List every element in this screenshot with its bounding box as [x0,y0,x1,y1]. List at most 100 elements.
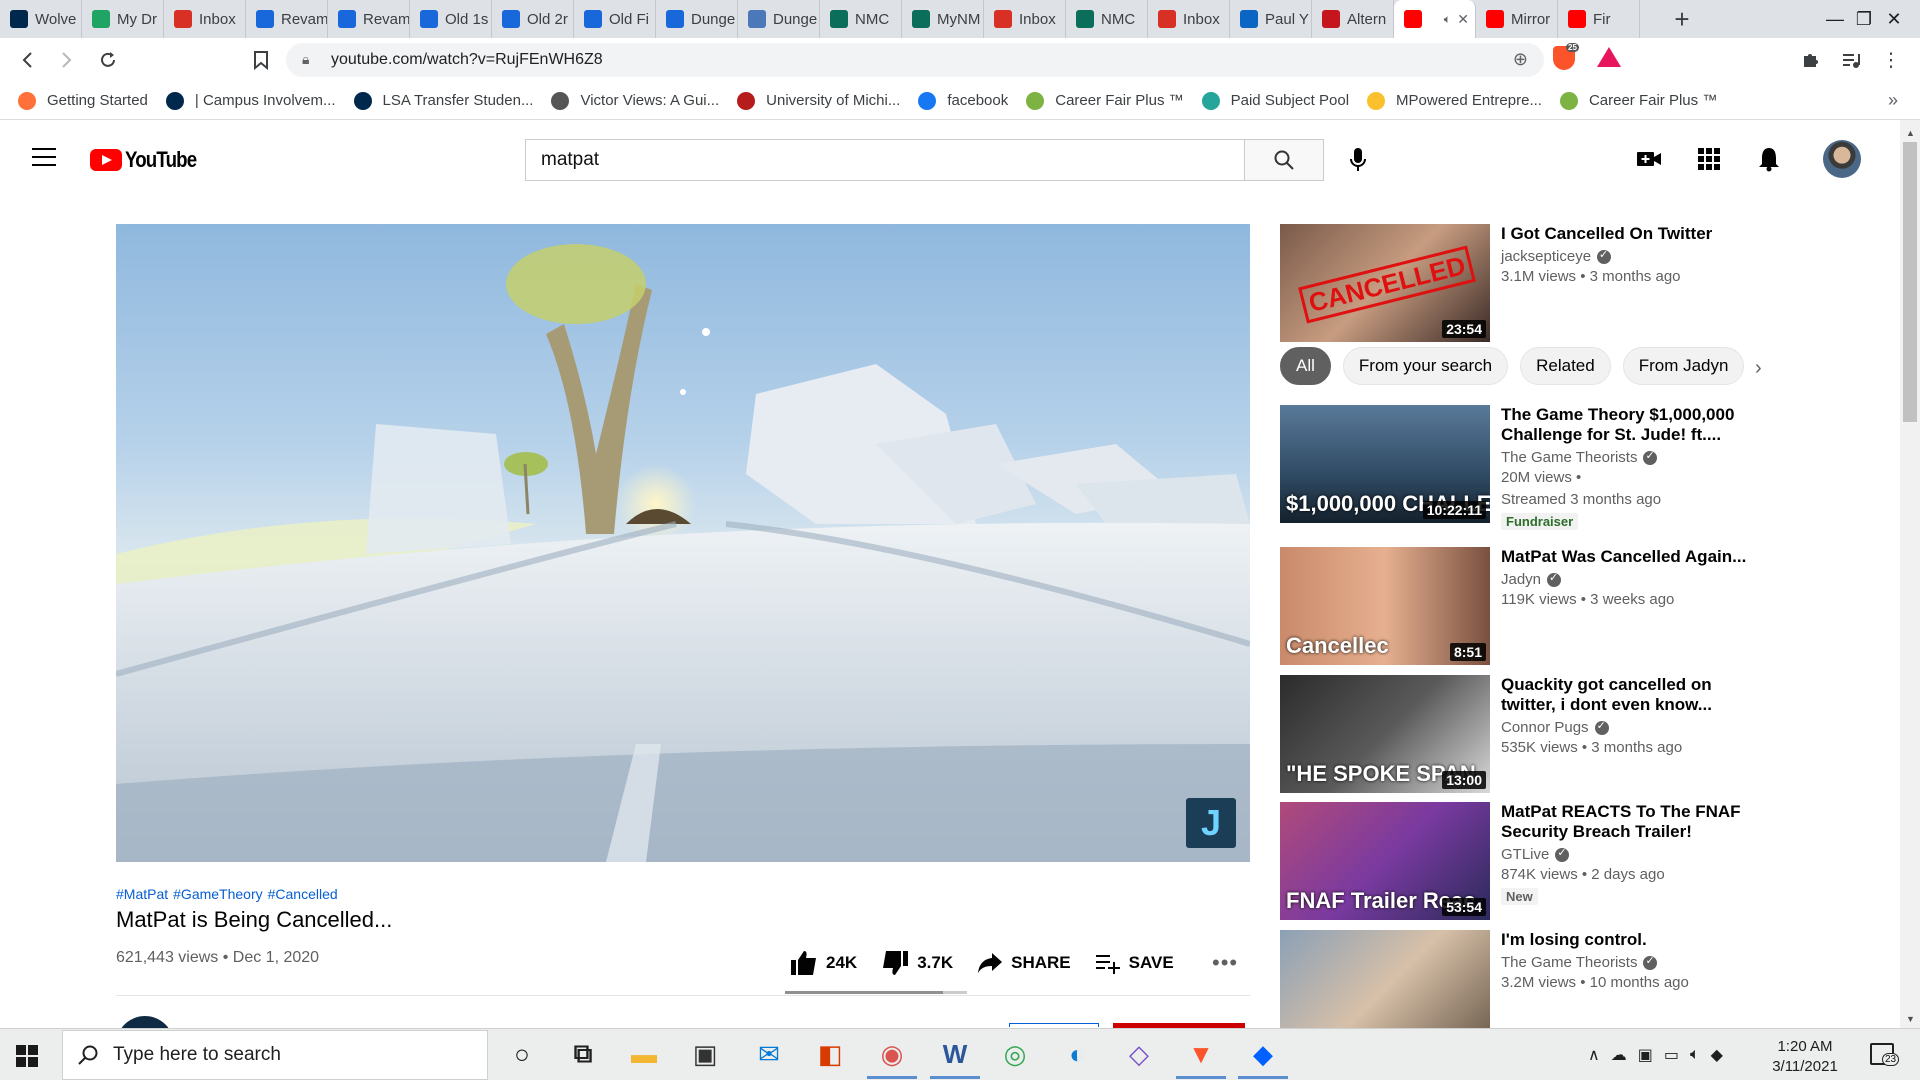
hashtag-link[interactable]: #GameTheory [173,886,262,902]
channel-name[interactable]: Jadyn [1501,571,1541,588]
bookmarks-overflow-button[interactable]: » [1888,90,1898,111]
browser-tab[interactable]: Paul Y [1230,0,1312,38]
url-text[interactable]: youtube.com/watch?v=RujFEnWH6Z8 [331,51,603,69]
close-window-button[interactable]: ✕ [1864,0,1920,38]
mail-icon[interactable]: ✉ [752,1037,786,1071]
back-button[interactable] [14,46,42,74]
bookmark-item[interactable]: Victor Views: A Gui... [551,91,719,110]
search-button[interactable] [1244,139,1324,181]
browser-tab[interactable]: MyNM [902,0,984,38]
browser-tab[interactable]: NMC [1066,0,1148,38]
recommendation-title[interactable]: Quackity got cancelled on twitter, i don… [1501,675,1751,715]
browser-tab[interactable]: Old Fi [574,0,656,38]
task-view-icon[interactable]: ⧉ [566,1037,600,1071]
save-button[interactable]: SAVE [1095,952,1174,974]
join-button[interactable] [1009,1023,1099,1027]
media-controls-icon[interactable] [1837,46,1865,74]
bookmark-item[interactable]: Career Fair Plus ™ [1559,91,1717,110]
avatar[interactable] [1823,140,1861,178]
browser-tab[interactable]: NMC [820,0,902,38]
browser-tab[interactable]: Inbox [164,0,246,38]
channel-name[interactable]: Connor Pugs [1501,719,1589,736]
browser-tab[interactable]: Revam [328,0,410,38]
scrollbar-thumb[interactable] [1903,142,1917,422]
filter-chip[interactable]: From Jadyn [1622,347,1745,385]
scroll-down-arrow-icon[interactable]: ▼ [1906,1014,1915,1024]
taskbar-clock[interactable]: 1:20 AM 3/11/2021 [1762,1037,1848,1077]
bookmark-item[interactable]: MPowered Entrepre... [1367,91,1542,110]
file-explorer-icon[interactable]: ▬ [627,1037,661,1071]
office-icon[interactable]: ◧ [813,1037,847,1071]
recommendation-title[interactable]: The Game Theory $1,000,000 Challenge for… [1501,405,1751,445]
create-video-button[interactable] [1636,146,1662,172]
browser-tab[interactable]: 🔈︎ ✕ [1394,0,1476,38]
filter-chip[interactable]: From your search [1342,347,1509,385]
new-tab-button[interactable]: + [1664,0,1700,38]
browser-tab[interactable]: My Dr [82,0,164,38]
page-scrollbar[interactable]: ▲ ▼ [1900,120,1920,1028]
brave-icon[interactable]: ▼ [1176,1037,1226,1079]
channel-name[interactable]: The Game Theorists [1501,449,1637,466]
browser-tab[interactable]: Revam [246,0,328,38]
share-button[interactable]: SHARE [977,952,1071,974]
recommendation-title[interactable]: MatPat REACTS To The FNAF Security Breac… [1501,802,1751,842]
recommendation-item[interactable]: $1,000,000 CHALLE 10:22:11 The Game Theory… [1280,405,1780,530]
channel-name[interactable]: jacksepticeye [1501,248,1591,265]
browser-tab[interactable]: Old 2r [492,0,574,38]
browser-tab[interactable]: Inbox [1148,0,1230,38]
bookmark-item[interactable]: | Campus Involvem... [165,91,336,110]
chips-next-arrow[interactable]: › [1755,357,1762,380]
word-icon[interactable]: W [930,1037,980,1079]
recommendation-item[interactable]: CANCELLED 23:54 I Got Cancelled On Twitter… [1280,224,1780,342]
browser-tab[interactable]: Dunge [656,0,738,38]
browser-tab[interactable]: Fir [1558,0,1640,38]
start-button[interactable] [16,1045,38,1067]
youtube-logo[interactable]: YouTube [90,147,209,173]
bookmark-item[interactable]: LSA Transfer Studen... [353,91,533,110]
browser-menu-icon[interactable]: ⋮ [1877,46,1905,74]
dropbox-icon[interactable]: ◆ [1238,1037,1288,1079]
channel-name[interactable]: GTLive [1501,846,1549,863]
recommendation-item[interactable]: Cancellec 8:51 MatPat Was Cancelled Again.… [1280,547,1780,665]
recommendation-title[interactable]: MatPat Was Cancelled Again... [1501,547,1751,567]
video-thumbnail[interactable]: "HE SPOKE SPAN 13:00 [1280,675,1490,793]
cortana-icon[interactable]: ○ [505,1037,539,1071]
defender-icon[interactable]: ▣ [1638,1045,1653,1065]
brave-shields-icon[interactable]: 25 [1553,43,1579,70]
browser-tab[interactable]: Altern [1312,0,1394,38]
battery-icon[interactable]: ▭ [1664,1045,1679,1065]
scroll-up-arrow-icon[interactable]: ▲ [1906,128,1915,138]
chrome-icon[interactable]: ◎ [998,1037,1032,1071]
browser-tab[interactable]: Inbox [984,0,1066,38]
address-bar[interactable]: 🔒︎ youtube.com/watch?v=RujFEnWH6Z8 ⊕ [286,43,1544,77]
video-thumbnail[interactable]: Cancellec 8:51 [1280,547,1490,665]
bookmark-item[interactable]: facebook [918,91,1008,110]
filter-chip[interactable]: Related [1520,347,1611,385]
video-thumbnail[interactable]: CANCELLED 23:54 [1280,224,1490,342]
onedrive-icon[interactable]: ☁ [1611,1045,1627,1065]
store-icon[interactable]: ▣ [688,1037,722,1071]
browser-tab[interactable]: Mirror [1476,0,1558,38]
brave-rewards-icon[interactable] [1597,47,1621,67]
bookmark-item[interactable]: Getting Started [18,91,148,110]
recommendation-title[interactable]: I'm losing control. [1501,930,1751,950]
search-box[interactable] [525,139,1245,181]
bookmark-item[interactable]: Career Fair Plus ™ [1026,91,1184,110]
audio-playing-icon[interactable]: 🔈︎ [1444,12,1451,27]
like-button[interactable]: 24K [790,950,857,976]
action-center-icon[interactable]: 23 [1870,1043,1900,1066]
more-actions-button[interactable]: ••• [1212,950,1238,976]
extensions-icon[interactable] [1797,46,1825,74]
dislike-button[interactable]: 3.7K [881,950,953,976]
taskbar-search-box[interactable]: Type here to search [62,1030,488,1080]
video-thumbnail[interactable]: $1,000,000 CHALLE 10:22:11 [1280,405,1490,523]
recommendation-item[interactable]: FNAF Trailer Reac 53:54 MatPat REACTS To T… [1280,802,1780,920]
bookmark-item[interactable]: Paid Subject Pool [1201,91,1349,110]
guide-menu-button[interactable] [32,148,56,166]
zoom-app-icon[interactable]: ◉ [867,1037,917,1079]
apps-button[interactable] [1696,146,1722,172]
browser-tab[interactable]: Dunge [738,0,820,38]
add-to-reading-list-icon[interactable]: ⊕ [1513,49,1528,70]
visual-studio-icon[interactable]: ◇ [1122,1037,1156,1071]
hashtag-link[interactable]: #Cancelled [268,886,338,902]
